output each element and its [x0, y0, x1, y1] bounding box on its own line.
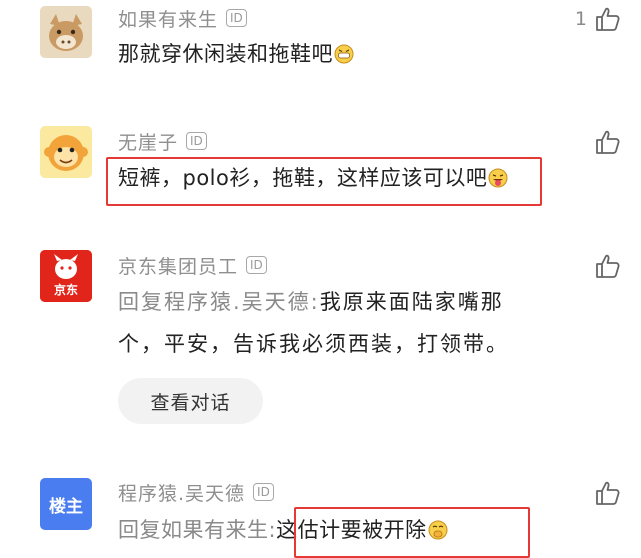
- avatar-jd[interactable]: 京东: [40, 250, 92, 302]
- avatar-monkey[interactable]: [40, 126, 92, 178]
- comment-author-name[interactable]: 如果有来生: [118, 5, 218, 32]
- like-button[interactable]: [595, 253, 621, 279]
- reply-prefix[interactable]: 回复程序猿.吴天德:: [118, 290, 320, 314]
- id-badge: ID: [186, 132, 207, 150]
- like-count: 1: [574, 8, 587, 30]
- view-conversation-button[interactable]: 查看对话: [118, 378, 263, 424]
- avatar-horse[interactable]: [40, 6, 92, 58]
- comment-text: 那就穿休闲装和拖鞋吧: [118, 42, 333, 66]
- comment-author-name[interactable]: 无崖子: [118, 128, 178, 155]
- highlight-box: [294, 507, 530, 558]
- comment-author-name[interactable]: 京东集团员工: [118, 252, 238, 279]
- avatar-louzhu[interactable]: 楼主: [40, 478, 92, 530]
- svg-text:京东: 京东: [54, 282, 78, 297]
- thumbs-up-icon: [596, 7, 620, 31]
- thumbs-up-icon: [596, 254, 620, 278]
- comment-author-name[interactable]: 程序猿.吴天德: [118, 479, 245, 506]
- thumbs-up-icon: [596, 481, 620, 505]
- like-button[interactable]: [595, 480, 621, 506]
- id-badge: ID: [253, 483, 274, 501]
- comment-body: 那就穿休闲装和拖鞋吧: [118, 38, 354, 68]
- id-badge: ID: [226, 9, 247, 27]
- grinning-face-emoji: [334, 44, 354, 64]
- like-button[interactable]: 1: [575, 6, 621, 32]
- highlight-box: [106, 157, 542, 206]
- thumbs-up-icon: [596, 130, 620, 154]
- like-button[interactable]: [595, 129, 621, 155]
- reply-prefix[interactable]: 回复如果有来生:: [118, 518, 276, 542]
- id-badge: ID: [246, 256, 267, 274]
- comment-body: 回复程序猿.吴天德:我原来面陆家嘴那个，平安，告诉我必须西装，打领带。: [118, 281, 538, 365]
